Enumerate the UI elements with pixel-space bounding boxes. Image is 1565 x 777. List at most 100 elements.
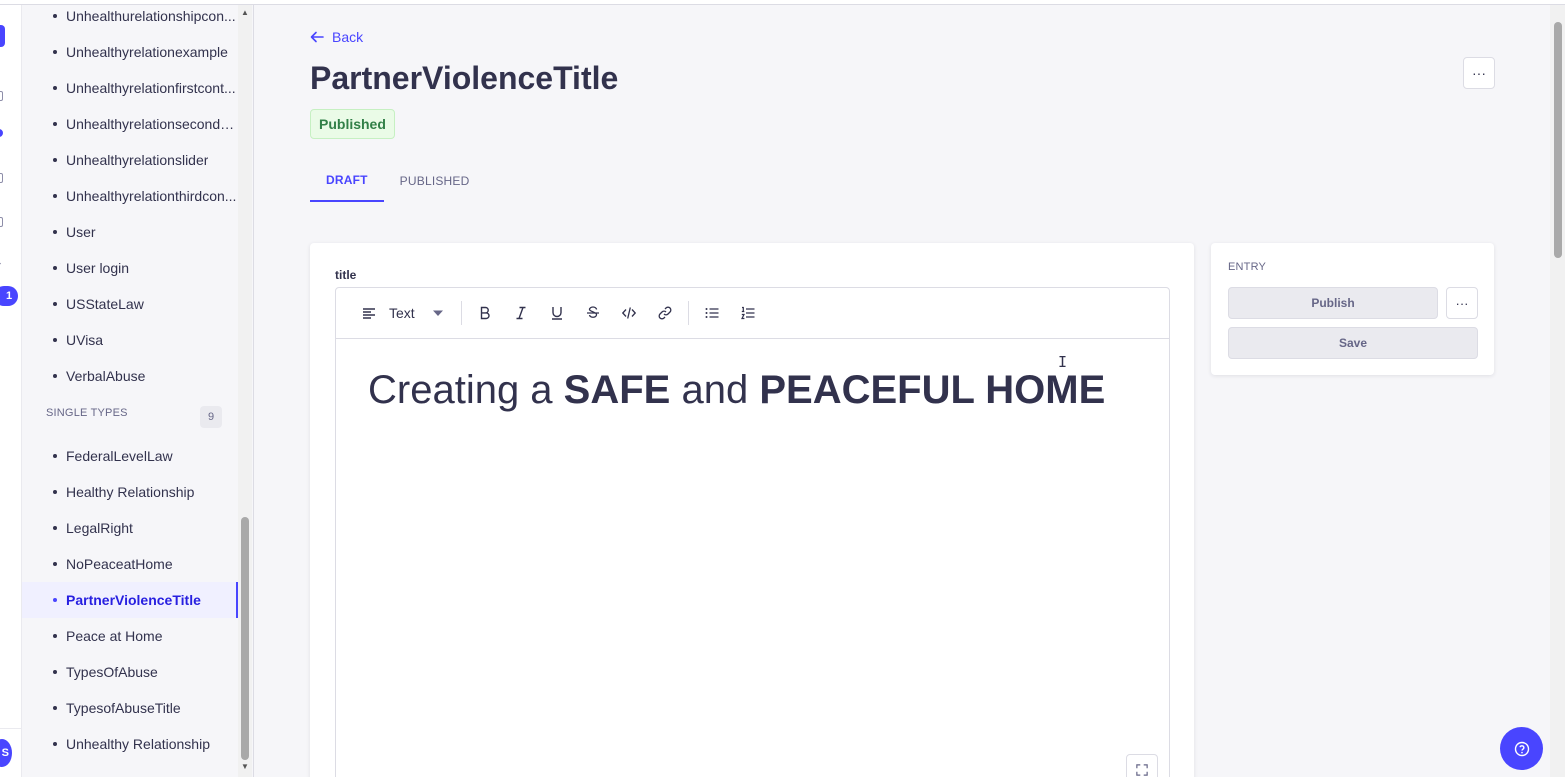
block-type-label: Text (389, 305, 415, 321)
sidebar-item-collection[interactable]: User (22, 214, 238, 250)
sidebar-item-collection[interactable]: Unhealthyrelationsecondc... (22, 106, 238, 142)
sidebar-item-label: Unhealthyrelationthirdcon... (66, 188, 237, 204)
content-manager-icon[interactable] (0, 91, 3, 101)
bullet-icon (53, 634, 57, 638)
rail-divider (0, 728, 21, 729)
block-type-select[interactable]: Text (360, 304, 447, 322)
bullet-icon (53, 670, 57, 674)
sidebar-item-label: Unhealthyrelationsecondc... (66, 116, 238, 132)
sidebar-item-label: USStateLaw (66, 296, 144, 312)
back-link[interactable]: Back (310, 29, 363, 45)
bullet-icon (53, 526, 57, 530)
single-types-heading[interactable]: SINGLE TYPES (46, 407, 128, 419)
bullet-icon (53, 14, 57, 18)
text-cursor-icon: I (1058, 353, 1068, 371)
bold-icon[interactable] (476, 304, 494, 322)
sidebar-item-collection[interactable]: Unhealthyrelationslider (22, 142, 238, 178)
settings-badge[interactable]: 1 (0, 286, 18, 306)
entry-more-button[interactable]: ··· (1446, 287, 1478, 319)
sidebar-item-label: FederalLevelLaw (66, 448, 173, 464)
numbered-list-icon[interactable] (739, 304, 757, 322)
rich-text-editor[interactable]: Text Creating a SAFE and PEACEFUL HOME (335, 287, 1170, 777)
sidebar-item-single[interactable]: Unhealthy Relationship (22, 726, 238, 762)
underline-icon[interactable] (548, 304, 566, 322)
code-icon[interactable] (620, 304, 638, 322)
sidebar-item-label: Unhealthy Relationship (66, 736, 210, 752)
sidebar-item-label: TypesofAbuseTitle (66, 700, 181, 716)
sidebar-scrollbar-thumb[interactable] (241, 517, 249, 760)
link-icon[interactable] (656, 304, 674, 322)
sidebar-item-collection[interactable]: VerbalAbuse (22, 358, 238, 394)
caret-down-icon (429, 304, 447, 322)
sidebar-item-single[interactable]: LegalRight (22, 510, 238, 546)
sidebar-item-label: PartnerViolenceTitle (66, 592, 201, 608)
sidebar-item-label: User (66, 224, 96, 240)
sidebar-item-single[interactable]: TypesofAbuseTitle (22, 690, 238, 726)
strapi-logo-icon[interactable] (0, 25, 5, 47)
bullet-icon (53, 338, 57, 342)
sidebar-item-label: Healthy Relationship (66, 484, 195, 500)
content-sub-nav: Unhealthurelationshipcon... Unhealthyrel… (22, 5, 254, 777)
sidebar-item-collection[interactable]: UVisa (22, 322, 238, 358)
bullet-list-icon[interactable] (703, 304, 721, 322)
sidebar-item-label: LegalRight (66, 520, 133, 536)
sidebar-item-collection[interactable]: User login (22, 250, 238, 286)
bullet-icon (53, 266, 57, 270)
bullet-icon (53, 86, 57, 90)
expand-icon (1136, 764, 1148, 776)
editor-text-plain: and (670, 368, 760, 412)
help-button[interactable] (1500, 727, 1543, 770)
publish-button[interactable]: Publish (1228, 287, 1438, 319)
sidebar-item-collection[interactable]: USStateLaw (22, 286, 238, 322)
header-more-button[interactable]: ··· (1463, 57, 1495, 89)
editor-text-bold: PEACEFUL HOME (759, 368, 1106, 412)
editor-text[interactable]: Creating a SAFE and PEACEFUL HOME (368, 368, 1105, 413)
sidebar-item-label: User login (66, 260, 130, 276)
sidebar-item-label: NoPeaceatHome (66, 556, 173, 572)
tab-published[interactable]: PUBLISHED (384, 160, 486, 202)
content-manager-active-icon[interactable] (0, 129, 3, 137)
entry-panel-title: ENTRY (1228, 261, 1267, 273)
bullet-icon (53, 374, 57, 378)
sidebar-item-single[interactable]: Peace at Home (22, 618, 238, 654)
strikethrough-icon[interactable] (584, 304, 602, 322)
page-scrollbar-thumb[interactable] (1554, 22, 1562, 258)
italic-icon[interactable] (512, 304, 530, 322)
tab-draft[interactable]: DRAFT (310, 160, 384, 202)
scroll-down-arrow-icon[interactable]: ▼ (240, 762, 250, 772)
toolbar-divider (460, 301, 462, 325)
sidebar-item-single-active[interactable]: PartnerViolenceTitle (22, 582, 238, 618)
sidebar-item-collection[interactable]: Unhealthyrelationexample (22, 34, 238, 70)
toolbar-divider (687, 301, 689, 325)
single-types-count-badge: 9 (200, 406, 222, 428)
sidebar-item-single[interactable]: Healthy Relationship (22, 474, 238, 510)
sidebar-item-label: Unhealthurelationshipcon... (66, 8, 236, 24)
question-icon (1514, 741, 1529, 756)
title-field-label: title (335, 268, 357, 282)
sidebar-item-collection[interactable]: Unhealthyrelationthirdcon... (22, 178, 238, 214)
editor-text-plain: Creating a (368, 368, 564, 412)
media-library-icon[interactable] (0, 217, 3, 227)
bullet-icon (53, 194, 57, 198)
sidebar-item-single[interactable]: FederalLevelLaw (22, 438, 238, 474)
user-avatar[interactable]: S (0, 739, 12, 767)
sidebar-item-single[interactable]: NoPeaceatHome (22, 546, 238, 582)
expand-editor-button[interactable] (1126, 754, 1158, 777)
sidebar-item-collection[interactable]: Unhealthyrelationfirstcont... (22, 70, 238, 106)
save-button[interactable]: Save (1228, 327, 1478, 359)
bullet-icon (53, 562, 57, 566)
main-nav-rail: 1 S (0, 5, 22, 777)
version-tabs: DRAFT PUBLISHED (310, 160, 486, 202)
sidebar-item-single[interactable]: TypesOfAbuse (22, 654, 238, 690)
content-type-builder-icon[interactable] (0, 173, 3, 183)
paragraph-icon (360, 304, 378, 322)
status-badge: Published (310, 109, 395, 139)
bullet-icon (53, 490, 57, 494)
entry-panel: ENTRY Publish ··· Save (1211, 243, 1494, 375)
plugins-icon[interactable] (0, 259, 2, 268)
sidebar-item-label: VerbalAbuse (66, 368, 146, 384)
page-title: PartnerViolenceTitle (310, 60, 619, 96)
sidebar-item-label: TypesOfAbuse (66, 664, 158, 680)
scroll-up-arrow-icon[interactable]: ▲ (240, 8, 250, 18)
sidebar-item-collection[interactable]: Unhealthurelationshipcon... (22, 5, 238, 34)
